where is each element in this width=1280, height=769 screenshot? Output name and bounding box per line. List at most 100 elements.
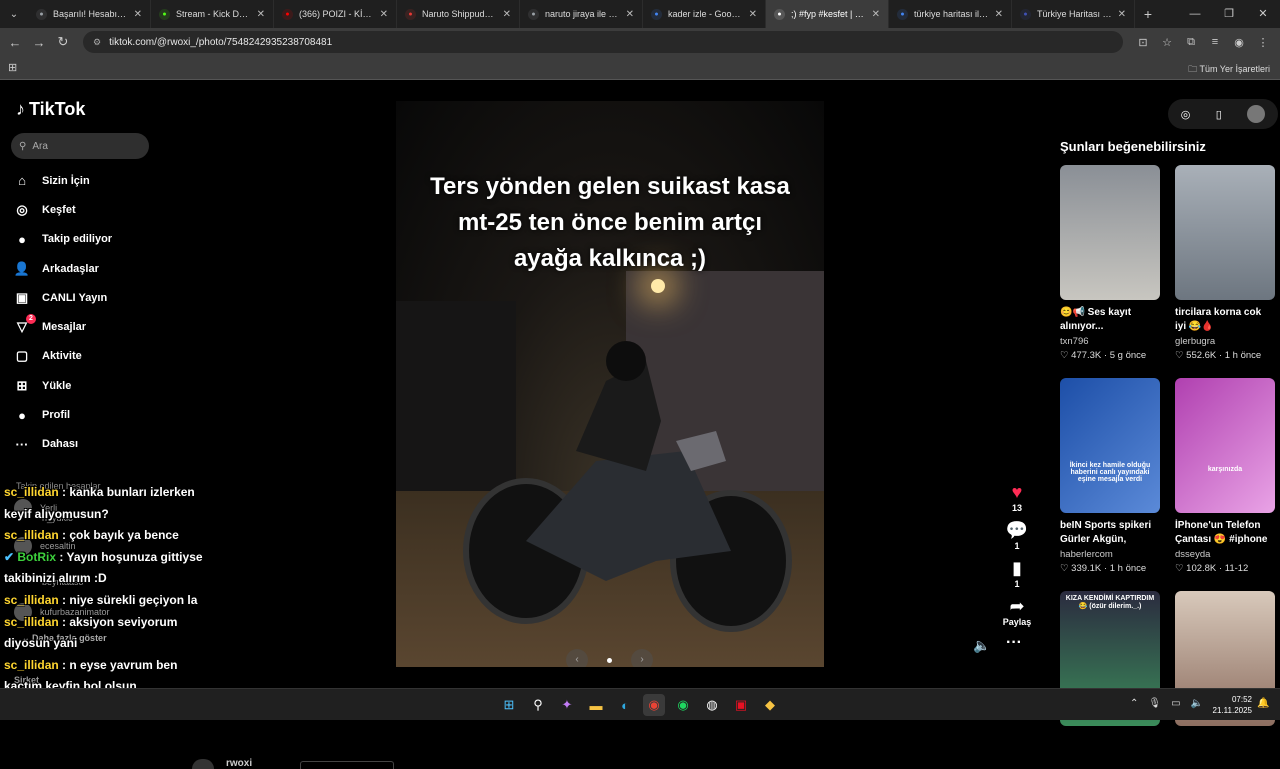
search-input[interactable]: ⚲ Ara bbox=[11, 133, 149, 159]
close-tab-icon[interactable]: ✕ bbox=[134, 9, 142, 20]
suggestion-thumbnail[interactable] bbox=[1175, 165, 1275, 300]
sidebar-item[interactable]: ⌂ Sizin İçin bbox=[14, 166, 164, 195]
suggestion-user[interactable]: glerbugra bbox=[1175, 336, 1275, 347]
sidebar-item[interactable]: 👤 Arkadaşlar bbox=[14, 254, 164, 283]
close-tab-icon[interactable]: ✕ bbox=[995, 9, 1003, 20]
extensions-icon[interactable]: ⧉ bbox=[1179, 36, 1203, 49]
browser-tab[interactable]: ● (366) POIZI - KİMSELE ✕ bbox=[274, 0, 397, 28]
sidebar-item[interactable]: ● Profil bbox=[14, 400, 164, 429]
chrome-icon[interactable]: ◉ bbox=[643, 694, 665, 716]
author-name[interactable]: rwoxi bbox=[226, 758, 252, 769]
suggestion-card[interactable]: İkinci kez hamile olduğu haberini canlı … bbox=[1060, 378, 1160, 574]
edge-icon[interactable]: ◐ bbox=[614, 694, 636, 716]
post-photo[interactable]: Ters yönden gelen suikast kasa mt-25 ten… bbox=[396, 101, 824, 667]
apps-grid-icon[interactable]: ⊞ bbox=[8, 61, 17, 74]
url-field[interactable]: ⚙ tiktok.com/@rwoxi_/photo/7548242935238… bbox=[83, 31, 1123, 53]
more-options-icon[interactable]: ··· bbox=[1006, 634, 1022, 652]
comment-button[interactable]: 💬 1 bbox=[997, 519, 1037, 551]
app-icon[interactable]: ▣ bbox=[730, 694, 752, 716]
sidebar-item[interactable]: ● Takip ediliyor bbox=[14, 225, 164, 254]
maximize-icon[interactable]: ❐ bbox=[1212, 0, 1246, 28]
carousel-prev-button[interactable]: ‹ bbox=[566, 649, 588, 667]
carousel-next-button[interactable]: › bbox=[631, 649, 653, 667]
browser-tab[interactable]: ● Naruto Shippuden 1 ✕ bbox=[397, 0, 520, 28]
copilot-icon[interactable]: ✦ bbox=[556, 694, 578, 716]
tab-title: (366) POIZI - KİMSELE bbox=[299, 9, 374, 19]
site-info-icon[interactable]: ⚙ bbox=[93, 37, 101, 48]
browser-tab[interactable]: ● Stream - Kick Dashbo ✕ bbox=[151, 0, 274, 28]
user-avatar[interactable] bbox=[1247, 105, 1266, 123]
chevron-up-icon[interactable]: ⌃ bbox=[1130, 698, 1138, 709]
bookmark-star-icon[interactable]: ☆ bbox=[1155, 36, 1179, 49]
speaker-icon[interactable]: 🔈 bbox=[1191, 698, 1203, 709]
sidebar-item[interactable]: ▣ CANLI Yayın bbox=[14, 283, 164, 312]
sidebar-item[interactable]: ▢ Aktivite bbox=[14, 342, 164, 371]
volume-icon[interactable]: 🔈 bbox=[973, 637, 990, 654]
minimize-icon[interactable]: — bbox=[1178, 0, 1212, 28]
share-button[interactable]: ➦ Paylaş bbox=[997, 595, 1037, 627]
sidebar-item[interactable]: ▽ 2 Mesajlar bbox=[14, 312, 164, 341]
back-icon[interactable]: ← bbox=[3, 35, 27, 50]
suggestion-thumbnail[interactable]: karşınızda bbox=[1175, 378, 1275, 513]
author-avatar[interactable] bbox=[192, 759, 214, 769]
suggestion-desc[interactable]: beIN Sports spikeri Gürler Akgün, canlı.… bbox=[1060, 519, 1160, 547]
sidebar-item-label: CANLI Yayın bbox=[42, 291, 108, 304]
spotify-icon[interactable]: ◉ bbox=[672, 694, 694, 716]
close-window-icon[interactable]: ✕ bbox=[1246, 0, 1280, 28]
media-icon[interactable]: ≡ bbox=[1203, 36, 1227, 49]
start-icon[interactable]: ⊞ bbox=[498, 694, 520, 716]
save-button[interactable]: ▮ 1 bbox=[997, 557, 1037, 589]
close-tab-icon[interactable]: ✕ bbox=[503, 9, 511, 20]
suggestion-desc[interactable]: tircilara korna cok iyi 😂🩸 bbox=[1175, 306, 1275, 334]
browser-tab[interactable]: ● kader izle - Google'd ✕ bbox=[643, 0, 766, 28]
carousel-dot[interactable] bbox=[607, 658, 612, 663]
search-icon[interactable]: ⚲ bbox=[527, 694, 549, 716]
browser-tab[interactable]: ● naruto jiraya ile kaçm ✕ bbox=[520, 0, 643, 28]
suggestion-desc[interactable]: 😊📢 Ses kayıt alınıyor... bbox=[1060, 306, 1160, 334]
new-tab-button[interactable]: + bbox=[1135, 6, 1161, 22]
suggestion-user[interactable]: txn796 bbox=[1060, 336, 1160, 347]
suggestion-card[interactable]: tircilara korna cok iyi 😂🩸 glerbugra ♡ 552… bbox=[1175, 165, 1275, 361]
profile-avatar-icon[interactable]: ◉ bbox=[1227, 36, 1251, 49]
globe-icon: ● bbox=[528, 8, 539, 20]
system-clock[interactable]: 07:52 21.11.2025 bbox=[1212, 694, 1252, 716]
sidebar-item-label: Mesajlar bbox=[42, 321, 87, 334]
suggestion-thumbnail[interactable] bbox=[1060, 165, 1160, 300]
close-tab-icon[interactable]: ✕ bbox=[380, 9, 388, 20]
browser-tab[interactable]: ● türkiye haritası iller - ✕ bbox=[889, 0, 1012, 28]
microphone-icon[interactable]: 🎙 bbox=[1148, 698, 1161, 709]
browser-tab[interactable]: ● Türkiye Haritası - Tür ✕ bbox=[1012, 0, 1135, 28]
suggestion-user[interactable]: dsseyda bbox=[1175, 549, 1275, 560]
close-tab-icon[interactable]: ✕ bbox=[626, 9, 634, 20]
close-tab-icon[interactable]: ✕ bbox=[1118, 9, 1126, 20]
device-icon[interactable]: ▯ bbox=[1216, 108, 1222, 121]
forward-icon[interactable]: → bbox=[27, 35, 51, 50]
file-explorer-icon[interactable]: ▬ bbox=[585, 694, 607, 716]
suggestion-user[interactable]: haberlercom bbox=[1060, 549, 1160, 560]
like-button[interactable]: ♥ 13 bbox=[997, 481, 1037, 513]
suggestion-card[interactable]: karşınızda İPhone'un Telefon Çantası 😍 #i… bbox=[1175, 378, 1275, 574]
coins-icon[interactable]: ◎ bbox=[1181, 108, 1191, 121]
tab-search-icon[interactable]: ⌄ bbox=[0, 0, 28, 28]
suggestion-desc[interactable]: İPhone'un Telefon Çantası 😍 #iphone bbox=[1175, 519, 1275, 547]
sidebar-item[interactable]: ⊞ Yükle bbox=[14, 371, 164, 400]
reload-icon[interactable]: ↻ bbox=[51, 34, 75, 50]
close-tab-icon[interactable]: ✕ bbox=[257, 9, 265, 20]
network-icon[interactable]: ▭ bbox=[1171, 698, 1180, 709]
sidebar-item[interactable]: ◎ Keşfet bbox=[14, 195, 164, 224]
tiktok-logo[interactable]: ♪ TikTok bbox=[16, 99, 85, 120]
obs-icon[interactable]: ◍ bbox=[701, 694, 723, 716]
follow-button[interactable] bbox=[300, 761, 394, 769]
suggestion-thumbnail[interactable]: İkinci kez hamile olduğu haberini canlı … bbox=[1060, 378, 1160, 513]
close-tab-icon[interactable]: ✕ bbox=[749, 9, 757, 20]
browser-tab[interactable]: ● ;) #fyp #kesfet | TikTo ✕ bbox=[766, 0, 889, 28]
sidebar-item[interactable]: ··· Dahası bbox=[14, 430, 164, 459]
browser-tab[interactable]: ● Başarılı! Hesabın yönt ✕ bbox=[28, 0, 151, 28]
install-app-icon[interactable]: ⊡ bbox=[1131, 36, 1155, 49]
notification-bell-icon[interactable]: 🔔 bbox=[1257, 698, 1269, 709]
menu-icon[interactable]: ⋮ bbox=[1251, 36, 1275, 49]
app-icon[interactable]: ◆ bbox=[759, 694, 781, 716]
suggestion-card[interactable]: 😊📢 Ses kayıt alınıyor... txn796 ♡ 477.3K ·… bbox=[1060, 165, 1160, 361]
all-bookmarks-button[interactable]: 🗀 Tüm Yer İşaretleri bbox=[1188, 62, 1270, 78]
close-tab-icon[interactable]: ✕ bbox=[872, 9, 880, 20]
